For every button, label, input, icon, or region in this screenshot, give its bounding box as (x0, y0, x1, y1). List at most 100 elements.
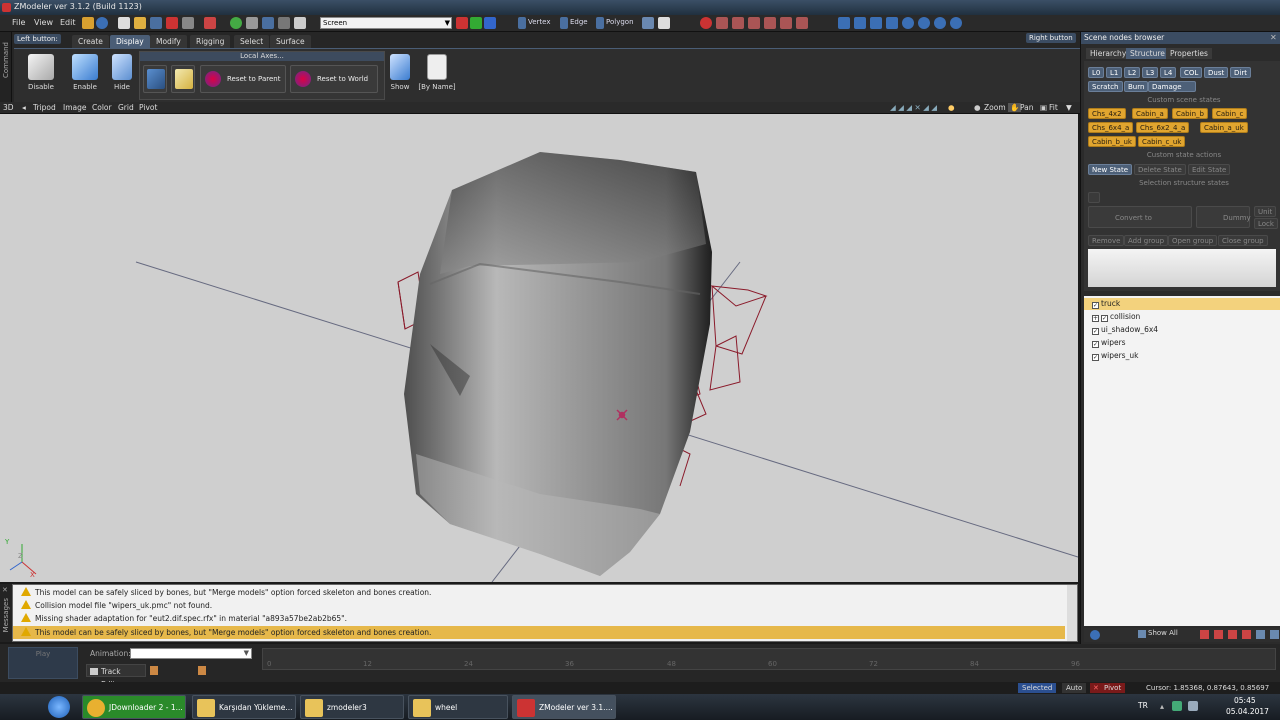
tree-filter-icon-6[interactable] (1270, 630, 1279, 639)
view-options-icons[interactable]: ◢ ◢ ◢ ✕ ◢ ◢ (890, 103, 937, 112)
tab-properties[interactable]: Properties (1166, 48, 1212, 59)
language-indicator[interactable]: TR (1138, 701, 1148, 710)
keyframe-icon[interactable] (198, 666, 206, 675)
animation-select[interactable]: ▼ (130, 648, 252, 659)
disable-button[interactable]: Disable (22, 52, 60, 100)
open-folder-icon[interactable] (134, 17, 146, 29)
tree-node-wipers-uk[interactable]: ✓ wipers_uk (1092, 350, 1138, 362)
unit-button[interactable]: Unit (1254, 206, 1277, 217)
by-name-button[interactable]: [By Name] (418, 52, 456, 100)
structure-small-icon[interactable] (1088, 192, 1100, 203)
grid-menu[interactable]: Grid (118, 103, 134, 112)
custom-state-chs-6x2-4-a[interactable]: Chs_6x2_4_a (1136, 122, 1190, 133)
edit-state-button[interactable]: Edit State (1188, 164, 1231, 175)
tab-structure[interactable]: Structure (1126, 48, 1169, 59)
image-menu[interactable]: Image (63, 103, 87, 112)
visibility-checkbox[interactable]: ✓ (1092, 354, 1099, 361)
tree-filter-icon-2[interactable] (1214, 630, 1223, 639)
view-icon-5[interactable] (902, 17, 914, 29)
tree-node-ui-shadow[interactable]: ✓ ui_shadow_6x4 (1092, 324, 1158, 336)
tab-create[interactable]: Create (72, 35, 109, 48)
auto-mode-button[interactable]: Auto (1062, 683, 1087, 693)
state-COL[interactable]: COL (1180, 67, 1203, 78)
state-L0[interactable]: L0 (1088, 67, 1105, 78)
task-zmodeler[interactable]: ZModeler ver 3.1.... (512, 695, 616, 719)
state-L4[interactable]: L4 (1160, 67, 1177, 78)
tripod-menu[interactable]: Tripod (33, 103, 56, 112)
timeline[interactable]: 0 12 24 36 48 60 72 84 96 (262, 648, 1276, 670)
menu-view[interactable]: View (34, 18, 53, 27)
delete-state-button[interactable]: Delete State (1134, 164, 1186, 175)
light-icon[interactable]: ● (948, 103, 955, 112)
state-Damage[interactable]: Damage (1148, 81, 1196, 92)
task-jdownloader[interactable]: JDownloader 2 - 1... (82, 695, 186, 719)
visibility-checkbox[interactable]: ✓ (1101, 315, 1108, 322)
task-wheel-folder[interactable]: wheel (408, 695, 508, 719)
convert-to-compound-button[interactable]: Convert to Compound (1088, 206, 1192, 244)
coordinate-space-select[interactable]: Screen ▼ (320, 17, 452, 29)
lock-z-icon[interactable] (484, 17, 496, 29)
state-L2[interactable]: L2 (1124, 67, 1141, 78)
filter-icon-4[interactable] (764, 17, 776, 29)
pivot-mode-button[interactable]: ✕ Pivot (1090, 683, 1126, 693)
color-menu[interactable]: Color (92, 103, 112, 112)
filter-icon-3[interactable] (748, 17, 760, 29)
edge-mode-button[interactable]: Edge (570, 18, 588, 26)
fit-icon[interactable]: ▣ (1040, 103, 1047, 112)
tree-filter-icon-5[interactable] (1256, 630, 1265, 639)
custom-state-cabin-b-uk[interactable]: Cabin_b_uk (1088, 136, 1136, 147)
tab-select[interactable]: Select (234, 35, 270, 48)
selected-mode-button[interactable]: Selected (1018, 683, 1057, 693)
filter-icon-5[interactable] (780, 17, 792, 29)
vertex-mode-button[interactable]: Vertex (528, 18, 551, 26)
clock-time[interactable]: 05:45 (1234, 696, 1256, 705)
reset-to-world-button[interactable]: Reset to World (290, 65, 378, 93)
menu-edit[interactable]: Edit (60, 18, 76, 27)
volume-icon[interactable] (1188, 701, 1198, 711)
network-icon[interactable] (1172, 701, 1182, 711)
add-group-button[interactable]: Add group (1124, 235, 1169, 246)
lock-x-icon[interactable] (456, 17, 468, 29)
keyframe-icon[interactable] (150, 666, 158, 675)
visibility-checkbox[interactable]: ✓ (1092, 302, 1099, 309)
tab-hierarchy[interactable]: Hierarchy (1086, 48, 1131, 59)
state-Dust[interactable]: Dust (1204, 67, 1229, 78)
filter-icon-1[interactable] (716, 17, 728, 29)
pan-button[interactable]: Pan (1020, 103, 1034, 112)
axes-move-button[interactable] (143, 65, 167, 93)
refresh-icon[interactable] (1090, 630, 1100, 640)
settings-icon[interactable] (82, 17, 94, 29)
task-zmodeler3-folder[interactable]: zmodeler3 (300, 695, 404, 719)
state-L1[interactable]: L1 (1106, 67, 1123, 78)
custom-state-cabin-c-uk[interactable]: Cabin_c_uk (1138, 136, 1186, 147)
tab-surface[interactable]: Surface (270, 35, 311, 48)
dummy-button[interactable]: Dummy (1196, 206, 1251, 228)
scene-tree[interactable]: ✓ truck + ✓ collision ✓ ui_shadow_6x4 ✓ wiper… (1084, 296, 1280, 626)
local-axes-header[interactable]: Local Axes... (140, 52, 384, 61)
state-Scratch[interactable]: Scratch (1088, 81, 1123, 92)
remove-button[interactable]: Remove (1088, 235, 1125, 246)
filter-icon-2[interactable] (732, 17, 744, 29)
play-button[interactable]: Play (8, 647, 78, 679)
record-icon[interactable] (700, 17, 712, 29)
tree-node-collision[interactable]: + ✓ collision (1092, 311, 1140, 323)
tab-display[interactable]: Display (110, 35, 150, 48)
close-group-button[interactable]: Close group (1218, 235, 1268, 246)
tab-rigging[interactable]: Rigging (190, 35, 231, 48)
copy-icon[interactable] (294, 17, 306, 29)
clock-date[interactable]: 05.04.2017 (1226, 707, 1269, 716)
delete-icon[interactable] (204, 17, 216, 29)
redo-icon[interactable] (182, 17, 194, 29)
message-scrollbar[interactable] (1067, 585, 1077, 641)
custom-state-chs-6x4-a[interactable]: Chs_6x4_a (1088, 122, 1134, 133)
view-icon-4[interactable] (886, 17, 898, 29)
unlink-icon[interactable] (278, 17, 290, 29)
show-all-button[interactable]: Show All (1148, 629, 1178, 637)
object-mode-icon[interactable] (642, 17, 654, 29)
visibility-checkbox[interactable]: ✓ (1092, 328, 1099, 335)
visibility-checkbox[interactable]: ✓ (1092, 341, 1099, 348)
view-icon-3[interactable] (870, 17, 882, 29)
zoom-icon[interactable]: ● (974, 103, 981, 112)
sphere-icon[interactable] (230, 17, 242, 29)
view-icon-1[interactable] (838, 17, 850, 29)
